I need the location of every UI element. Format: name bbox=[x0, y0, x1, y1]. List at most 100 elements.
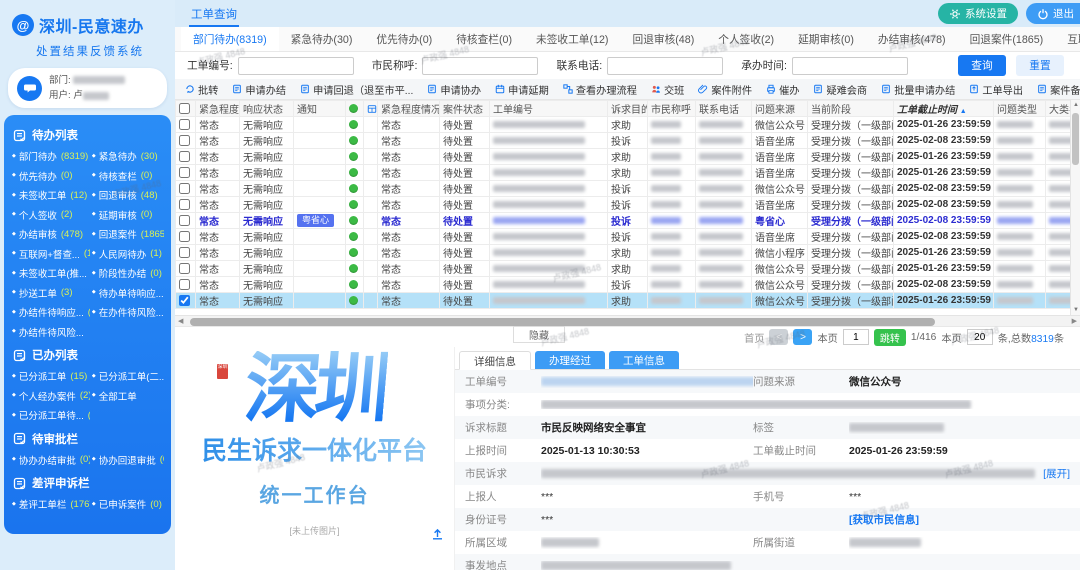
table-row[interactable]: 常态无需响应常态待处置求助微信公众号受理分拨（一级部门）2025-01-26 2… bbox=[176, 293, 1071, 309]
vertical-scroll-thumb[interactable] bbox=[1072, 113, 1079, 165]
sidebar-item-在办件待风险[interactable]: ◆在办件待风险...(93) bbox=[92, 302, 164, 322]
table-horizontal-scrollbar[interactable]: ◀ ▶ bbox=[175, 316, 1080, 327]
upload-icon[interactable] bbox=[431, 527, 444, 540]
per-page-input[interactable] bbox=[967, 329, 993, 345]
status-tab[interactable]: 优先待办(0) bbox=[364, 27, 444, 51]
sidebar-item-全部工单[interactable]: ◆全部工单 bbox=[92, 386, 164, 406]
status-tab[interactable]: 未签收工单(12) bbox=[524, 27, 620, 51]
table-row[interactable]: 常态无需响应常态待处置求助微信公众号受理分拨（一级部门）2025-01-26 2… bbox=[176, 261, 1071, 277]
hide-panel-button[interactable]: 隐藏 bbox=[513, 326, 565, 343]
scroll-down-icon[interactable]: ▼ bbox=[1071, 307, 1080, 313]
toolbar-item[interactable]: 申请办结 bbox=[232, 82, 286, 97]
sidebar-item-个人经办案件[interactable]: ◆个人经办案件(2) bbox=[12, 386, 90, 406]
table-row[interactable]: 常态无需响应常态待处置求助语音坐席受理分拨（一级部门）2025-01-26 23… bbox=[176, 149, 1071, 165]
sidebar-item-已申诉案件[interactable]: ◆已申诉案件(0) bbox=[92, 494, 164, 514]
row-checkbox[interactable] bbox=[179, 231, 190, 242]
status-tab[interactable]: 个人签收(2) bbox=[706, 27, 786, 51]
sidebar-item-回退案件[interactable]: ◆回退案件(1865) bbox=[92, 224, 164, 244]
sidebar-item-部门待办[interactable]: ◆部门待办(8319) bbox=[12, 146, 90, 166]
sidebar-item-待核查栏[interactable]: ◆待核查栏(0) bbox=[92, 166, 164, 186]
logout-button[interactable]: 退出 bbox=[1026, 3, 1080, 24]
toolbar-item[interactable]: 催办 bbox=[766, 82, 799, 97]
next-page-button[interactable]: > bbox=[793, 329, 812, 345]
toolbar-item[interactable]: 交班 bbox=[651, 82, 684, 97]
sidebar-item-人民网待办[interactable]: ◆人民网待办(1) bbox=[92, 244, 164, 264]
table-row[interactable]: 常态无需响应常态待处置投诉语音坐席受理分拨（一级部门）2025-02-08 23… bbox=[176, 197, 1071, 213]
table-row[interactable]: 常态无需响应常态待处置投诉微信公众号受理分拨（一级部门）2025-02-08 2… bbox=[176, 277, 1071, 293]
table-row[interactable]: 常态无需响应常态待处置求助微信小程序受理分拨（一级部门）2025-01-26 2… bbox=[176, 245, 1071, 261]
toolbar-item[interactable]: 批转 bbox=[185, 82, 218, 97]
row-checkbox[interactable] bbox=[179, 263, 190, 274]
table-row[interactable]: 常态无需响应常态待处置投诉语音坐席受理分拨（一级部门）2025-02-08 23… bbox=[176, 133, 1071, 149]
toolbar-item[interactable]: 案件附件 bbox=[698, 82, 752, 97]
sidebar-item-办结件待响应[interactable]: ◆办结件待响应...(0) bbox=[12, 302, 90, 322]
sidebar-item-已分派工单待[interactable]: ◆已分派工单待...(0) bbox=[12, 405, 90, 425]
scroll-up-icon[interactable]: ▲ bbox=[1071, 102, 1080, 108]
sidebar-item-个人签收[interactable]: ◆个人签收(2) bbox=[12, 205, 90, 225]
prev-page-button[interactable]: < bbox=[769, 329, 788, 345]
select-all-checkbox[interactable] bbox=[179, 103, 190, 114]
tab-work-order-query[interactable]: 工单查询 bbox=[189, 1, 239, 27]
status-tab[interactable]: 回退案件(1865) bbox=[958, 27, 1056, 51]
expand-link[interactable]: [展开] bbox=[1043, 466, 1070, 481]
toolbar-item[interactable]: 申请协办 bbox=[427, 82, 481, 97]
system-settings-button[interactable]: 系统设置 bbox=[938, 3, 1018, 24]
row-checkbox[interactable] bbox=[179, 183, 190, 194]
row-checkbox[interactable] bbox=[179, 119, 190, 130]
sidebar-item-延期审核[interactable]: ◆延期审核(0) bbox=[92, 205, 164, 225]
jump-button[interactable]: 跳转 bbox=[874, 329, 906, 346]
scroll-right-icon[interactable]: ▶ bbox=[1072, 316, 1077, 327]
toolbar-item[interactable]: 申请回退（退至市平... bbox=[300, 82, 413, 97]
sidebar-item-差评工单栏[interactable]: ◆差评工单栏(176) bbox=[12, 494, 90, 514]
page-input[interactable] bbox=[843, 329, 869, 345]
search-input[interactable] bbox=[607, 57, 723, 75]
sidebar-item-阶段性办结[interactable]: ◆阶段性办结(0) bbox=[92, 263, 164, 283]
sidebar-item-办结件待风险[interactable]: ◆办结件待风险... bbox=[12, 322, 90, 342]
table-row[interactable]: 常态无需响应常态待处置求助语音坐席受理分拨（一级部门）2025-01-26 23… bbox=[176, 165, 1071, 181]
search-input[interactable] bbox=[238, 57, 354, 75]
sidebar-item-抄送工单[interactable]: ◆抄送工单(3) bbox=[12, 283, 90, 303]
table-row[interactable]: 常态无需响应常态待处置投诉语音坐席受理分拨（一级部门）2025-02-08 23… bbox=[176, 229, 1071, 245]
sidebar-item-办结审核[interactable]: ◆办结审核(478) bbox=[12, 224, 90, 244]
status-tab[interactable]: 紧急待办(30) bbox=[279, 27, 365, 51]
status-tab[interactable]: 互联网+督查待办(1) bbox=[1055, 27, 1080, 51]
first-page-link[interactable]: 首页 bbox=[744, 330, 764, 345]
sidebar-item-已分派工单二[interactable]: ◆已分派工单(二...(0) bbox=[92, 366, 164, 386]
row-checkbox[interactable] bbox=[179, 215, 190, 226]
status-tab[interactable]: 回退审核(48) bbox=[621, 27, 707, 51]
sidebar-item-已分派工单[interactable]: ◆已分派工单(15) bbox=[12, 366, 90, 386]
scroll-left-icon[interactable]: ◀ bbox=[178, 316, 183, 327]
toolbar-item[interactable]: 申请延期 bbox=[495, 82, 549, 97]
toolbar-item[interactable]: 案件备注 bbox=[1037, 82, 1080, 97]
row-checkbox[interactable] bbox=[179, 247, 190, 258]
row-checkbox[interactable] bbox=[179, 151, 190, 162]
detail-tab-办理经过[interactable]: 办理经过 bbox=[535, 351, 605, 369]
table-vertical-scrollbar[interactable]: ▲ ▼ bbox=[1070, 100, 1080, 315]
row-checkbox[interactable] bbox=[179, 199, 190, 210]
citizen-info-link[interactable]: [获取市民信息] bbox=[849, 514, 919, 526]
sidebar-item-互联网督查[interactable]: ◆互联网+督查...(1) bbox=[12, 244, 90, 264]
toolbar-item[interactable]: 工单导出 bbox=[969, 82, 1023, 97]
status-tab[interactable]: 待核查栏(0) bbox=[444, 27, 524, 51]
sidebar-item-协办办结审批[interactable]: ◆协办办结审批(0) bbox=[12, 450, 90, 470]
sidebar-item-回退审核[interactable]: ◆回退审核(48) bbox=[92, 185, 164, 205]
sidebar-item-未签收工单推[interactable]: ◆未签收工单(推...(11) bbox=[12, 263, 90, 283]
toolbar-item[interactable]: 批量申请办结 bbox=[881, 82, 955, 97]
horizontal-scroll-thumb[interactable] bbox=[190, 318, 935, 326]
toolbar-item[interactable]: 疑难会商 bbox=[813, 82, 867, 97]
row-checkbox[interactable] bbox=[179, 167, 190, 178]
search-input[interactable] bbox=[422, 57, 538, 75]
detail-tab-工单信息[interactable]: 工单信息 bbox=[609, 351, 679, 369]
search-input[interactable] bbox=[792, 57, 908, 75]
sidebar-item-紧急待办[interactable]: ◆紧急待办(30) bbox=[92, 146, 164, 166]
status-tab[interactable]: 延期审核(0) bbox=[786, 27, 866, 51]
status-tab[interactable]: 办结审核(478) bbox=[866, 27, 958, 51]
sidebar-item-优先待办[interactable]: ◆优先待办(0) bbox=[12, 166, 90, 186]
detail-tab-详细信息[interactable]: 详细信息 bbox=[459, 351, 531, 370]
query-button[interactable]: 查询 bbox=[958, 55, 1006, 76]
sidebar-item-待办单待响应[interactable]: ◆待办单待响应...(5) bbox=[92, 283, 164, 303]
reset-button[interactable]: 重置 bbox=[1016, 55, 1064, 76]
table-row[interactable]: 常态无需响应粤省心常态待处置投诉粤省心受理分拨（一级部门）2025-02-08 … bbox=[176, 213, 1071, 229]
sidebar-item-协办回退审批[interactable]: ◆协办回退审批(0) bbox=[92, 450, 164, 470]
toolbar-item[interactable]: 查看办理流程 bbox=[563, 82, 637, 97]
